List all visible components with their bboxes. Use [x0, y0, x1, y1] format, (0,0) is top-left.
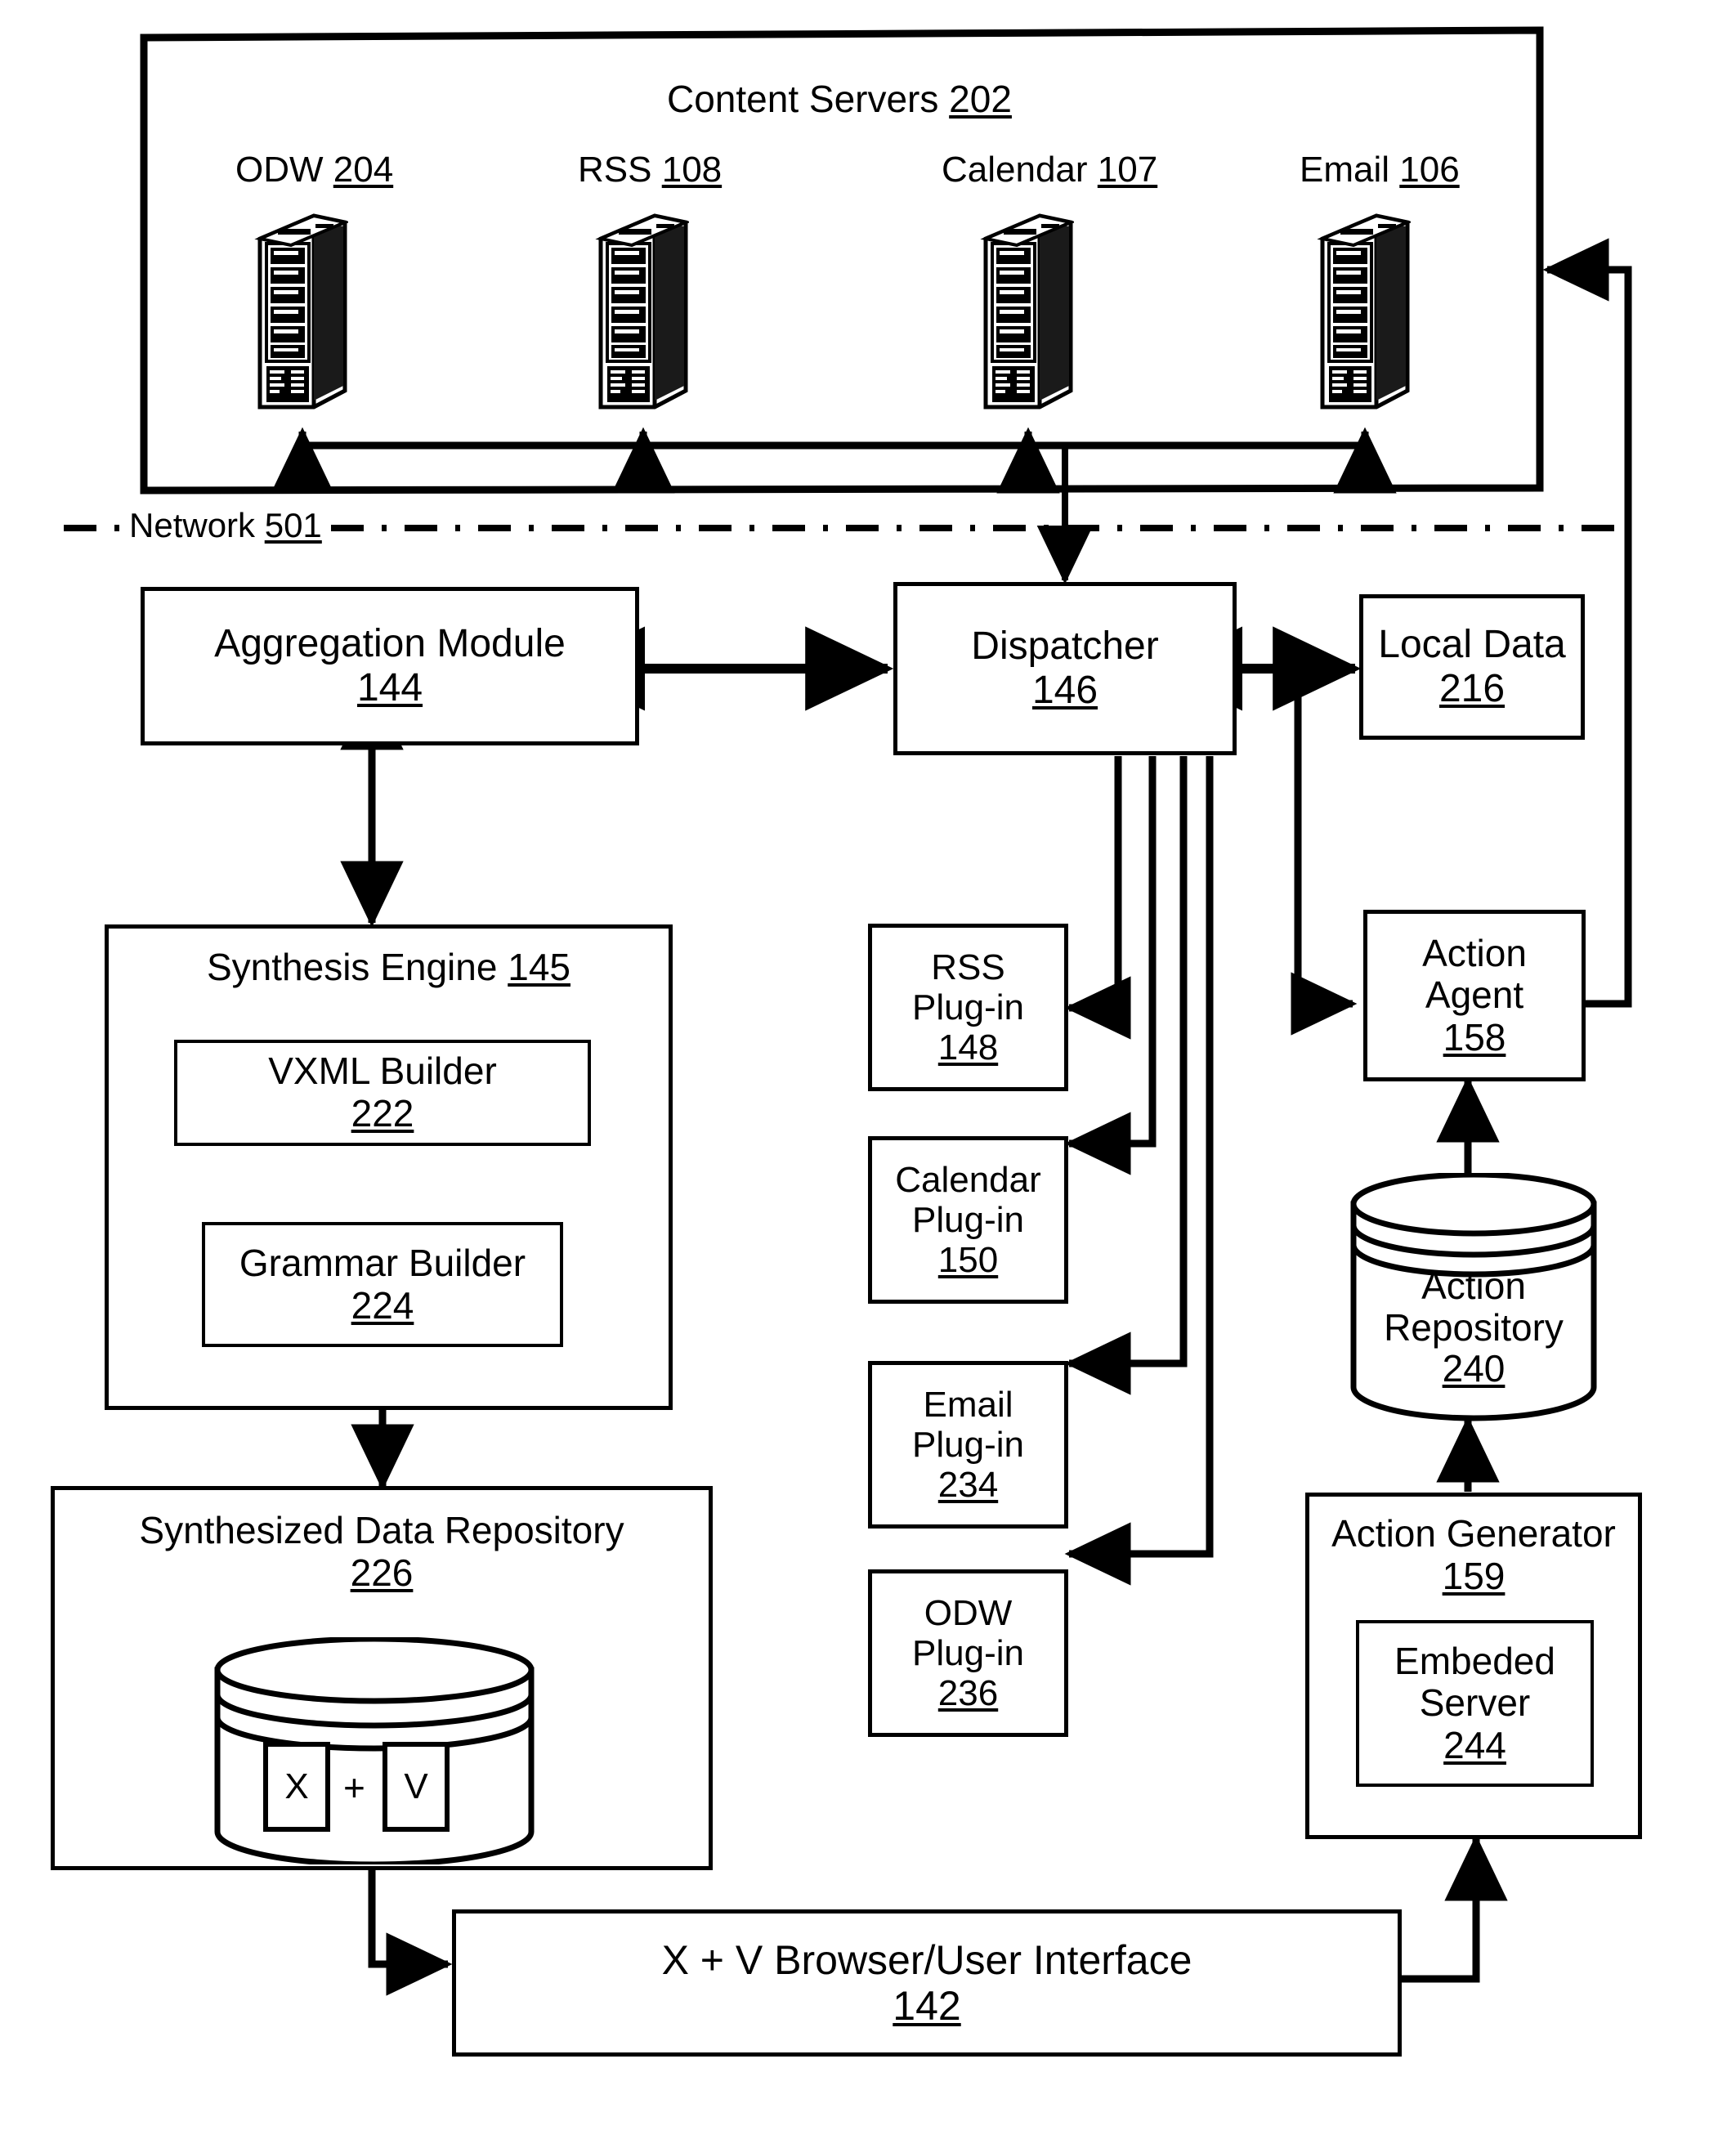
local-data-num: 216 [1438, 667, 1506, 710]
embeded-server-block[interactable]: Embeded Server 244 [1356, 1620, 1594, 1787]
local-data-label: Local Data [1378, 623, 1566, 667]
link-repository-browser [368, 1870, 453, 1996]
local-data-block[interactable]: Local Data 216 [1359, 594, 1585, 740]
rail-dispatcher-rss [1064, 756, 1131, 1040]
plugin-odw-num: 236 [937, 1673, 999, 1714]
action-repository-line1: Action [1421, 1264, 1526, 1307]
synthesized-data-repository-num: 226 [350, 1551, 414, 1594]
aggregation-module-block[interactable]: Aggregation Module 144 [141, 587, 639, 745]
link-dispatcher-actionagent [1291, 672, 1358, 1036]
synthesis-engine-label: Synthesis Engine 145 [207, 946, 570, 988]
grammar-builder-label: Grammar Builder [239, 1241, 526, 1284]
server-rack-icon-calendar [980, 213, 1074, 410]
action-repository-label: Action Repository 240 [1347, 1265, 1600, 1390]
embeded-server-line1: Embeded [1394, 1639, 1555, 1682]
aggregation-module-label: Aggregation Module [214, 622, 566, 666]
browser-user-interface-block[interactable]: X + V Browser/User Interface 142 [452, 1909, 1402, 2057]
embeded-server-line2: Server [1419, 1681, 1531, 1725]
content-servers-title: Content Servers 202 [667, 78, 1012, 120]
repository-plus-symbol: + [343, 1766, 365, 1809]
server-label-calendar: Calendar 107 [942, 150, 1158, 190]
rail-dispatcher-email [1064, 756, 1188, 1395]
plugin-odw-line1: ODW [924, 1592, 1013, 1633]
plugin-calendar-line2: Plug-in [912, 1199, 1024, 1240]
database-cylinder-icon-synthesized [214, 1637, 535, 1864]
browser-user-interface-num: 142 [893, 1983, 961, 2029]
repository-chip-v-label: V [404, 1766, 428, 1806]
synthesized-data-repository-label: Synthesized Data Repository [139, 1509, 624, 1551]
dispatcher-label: Dispatcher [971, 624, 1159, 669]
action-agent-line2: Agent [1425, 974, 1524, 1017]
repository-chip-x-label: X [284, 1766, 309, 1806]
repository-chip-v: V [383, 1742, 450, 1832]
plugin-block-calendar[interactable]: Calendar Plug-in 150 [868, 1136, 1068, 1304]
plugin-block-odw[interactable]: ODW Plug-in 236 [868, 1569, 1068, 1737]
grammar-builder-num: 224 [351, 1283, 414, 1327]
dispatcher-num: 146 [1031, 669, 1098, 712]
vxml-builder-label: VXML Builder [268, 1050, 497, 1093]
content-servers-title-num: 202 [949, 78, 1012, 120]
vxml-builder-num: 222 [351, 1092, 414, 1135]
action-agent-line1: Action [1422, 931, 1527, 974]
plugin-rss-line2: Plug-in [912, 987, 1024, 1027]
plugin-email-num: 234 [937, 1465, 999, 1506]
plugin-calendar-num: 150 [937, 1240, 999, 1281]
server-rack-icon-email [1317, 213, 1411, 410]
repository-chip-x: X [263, 1742, 330, 1832]
server-label-odw: ODW 204 [235, 150, 394, 190]
synthesis-engine-num: 145 [508, 946, 570, 988]
action-generator-label: Action Generator [1331, 1512, 1616, 1555]
dispatcher-block[interactable]: Dispatcher 146 [893, 582, 1237, 755]
plugin-email-line1: Email [923, 1384, 1013, 1425]
server-label-rss: RSS 108 [578, 150, 723, 190]
rail-dispatcher-calendar [1064, 756, 1157, 1175]
figure-canvas: Content Servers 202 ODW 204 RSS 108 Cale… [0, 0, 1736, 2144]
grammar-builder-block[interactable]: Grammar Builder 224 [202, 1222, 563, 1347]
action-repository-num: 240 [1442, 1347, 1506, 1390]
aggregation-module-num: 144 [356, 666, 423, 709]
plugin-email-line2: Plug-in [912, 1424, 1024, 1465]
action-repository-line2: Repository [1384, 1305, 1564, 1349]
plugin-calendar-line1: Calendar [895, 1159, 1041, 1200]
embeded-server-num: 244 [1443, 1723, 1506, 1766]
network-label: Network 501 [129, 506, 322, 544]
server-rack-icon-rss [595, 213, 689, 410]
action-agent-block[interactable]: Action Agent 158 [1363, 910, 1586, 1081]
network-num: 501 [264, 506, 322, 544]
server-rack-icon-odw [254, 213, 348, 410]
plugin-rss-line1: RSS [931, 947, 1005, 987]
action-agent-num: 158 [1443, 1015, 1506, 1059]
action-generator-num: 159 [1442, 1554, 1506, 1597]
plugin-odw-line2: Plug-in [912, 1632, 1024, 1673]
plugin-block-rss[interactable]: RSS Plug-in 148 [868, 924, 1068, 1091]
rail-dispatcher-odw [1064, 756, 1214, 1586]
vxml-builder-block[interactable]: VXML Builder 222 [174, 1040, 591, 1146]
server-label-email: Email 106 [1300, 150, 1460, 190]
link-browser-embeded [1400, 1834, 1508, 1983]
plugin-block-email[interactable]: Email Plug-in 234 [868, 1361, 1068, 1529]
plugin-rss-num: 148 [937, 1027, 999, 1068]
browser-user-interface-label: X + V Browser/User Interface [661, 1937, 1192, 1983]
